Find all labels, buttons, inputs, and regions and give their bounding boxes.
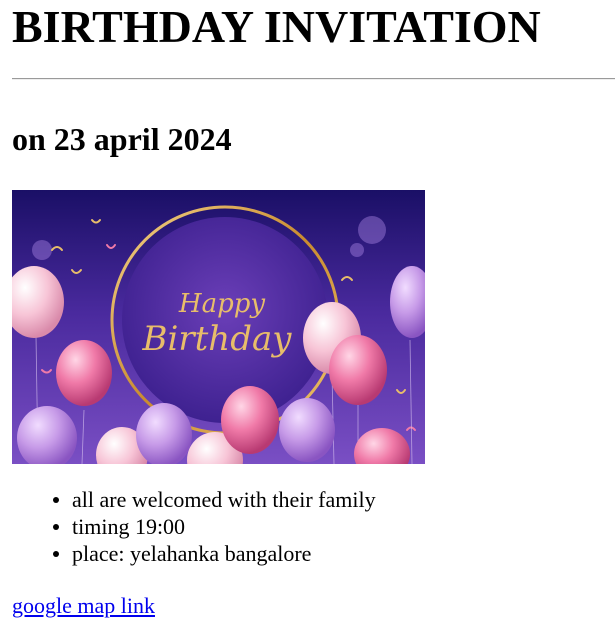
- page-title: BIRTHDAY INVITATION: [12, 1, 541, 52]
- happy-script-text: Happy: [178, 289, 265, 319]
- list-item: place: yelahanka bangalore: [53, 540, 376, 567]
- bullet-icon: [53, 524, 59, 530]
- divider: [12, 78, 615, 80]
- event-date-heading: on 23 april 2024: [12, 121, 232, 157]
- bullet-icon: [53, 497, 59, 503]
- google-map-link[interactable]: google map link: [12, 592, 155, 619]
- balloon: [136, 403, 192, 464]
- list-item: all are welcomed with their family: [53, 486, 376, 513]
- balloon: [279, 398, 335, 462]
- list-item: timing 19:00: [53, 513, 376, 540]
- birthday-banner-image: Happy Birthday: [12, 190, 425, 464]
- details-list: all are welcomed with their family timin…: [12, 486, 376, 567]
- balloon: [221, 386, 279, 454]
- birthday-script-text: Birthday: [142, 319, 293, 359]
- bullet-icon: [53, 551, 59, 557]
- balloon: [56, 340, 112, 406]
- balloon: [329, 335, 387, 405]
